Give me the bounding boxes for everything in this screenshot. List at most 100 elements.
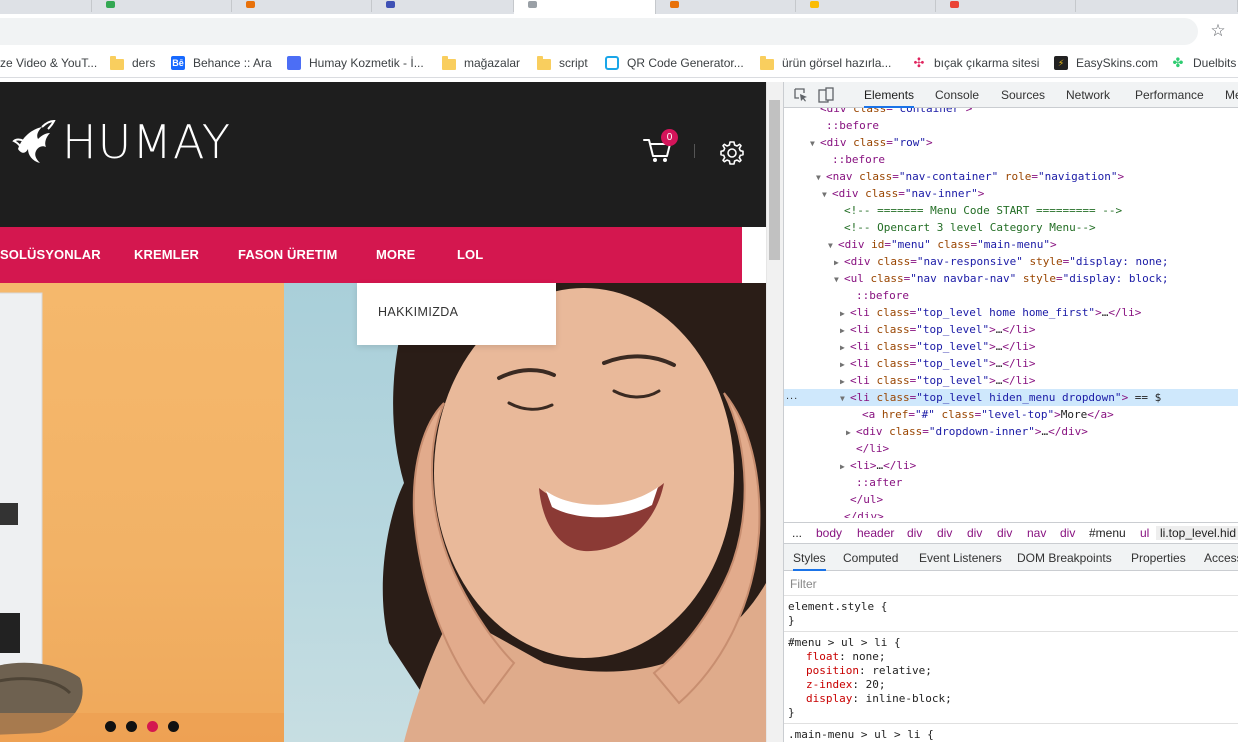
css-property[interactable]: display — [806, 692, 852, 705]
dom-node-menu-icon[interactable]: ... — [786, 390, 798, 402]
css-selector[interactable]: element.style { — [788, 600, 887, 614]
dom-node[interactable]: ::before — [784, 151, 1238, 168]
dom-node[interactable]: ▼ <ul class="nav navbar-nav" style="displ… — [784, 270, 1238, 287]
bookmark-star-icon[interactable]: ☆ — [1208, 21, 1228, 41]
expand-triangle-icon[interactable]: ▼ — [810, 135, 820, 152]
browser-tab[interactable] — [92, 0, 232, 12]
bookmark-item[interactable]: ze Video & YouT... — [0, 54, 97, 72]
bookmark-item[interactable]: Bē Behance :: Ara — [171, 54, 272, 72]
expand-triangle-icon[interactable]: ▼ — [828, 237, 838, 254]
expand-triangle-icon[interactable]: ▼ — [834, 271, 844, 288]
breadcrumb-item[interactable]: ... — [792, 526, 802, 540]
breadcrumb-item[interactable]: nav — [1027, 526, 1046, 540]
dom-node[interactable]: </ul> — [784, 491, 1238, 508]
gear-icon[interactable] — [718, 139, 746, 167]
css-declaration[interactable]: float: none; — [806, 650, 886, 664]
collapse-triangle-icon[interactable]: ▶ — [840, 339, 850, 356]
tab-elements[interactable]: Elements — [864, 82, 915, 108]
dom-node[interactable]: ▶ <div class="dropdown-inner">…</div> — [784, 423, 1238, 440]
page-scrollbar-thumb[interactable] — [769, 100, 780, 260]
css-declaration[interactable]: display: inline-block; — [806, 692, 952, 706]
browser-tab[interactable] — [656, 0, 796, 12]
bookmark-item[interactable]: ✤ Duelbits — [1171, 54, 1237, 72]
dom-node[interactable]: <!-- ======= Menu Code START ========= -… — [784, 202, 1238, 219]
bookmark-item[interactable]: ders — [110, 54, 155, 72]
dom-node[interactable]: <div class="container"> — [784, 108, 1238, 117]
slider-dot[interactable] — [105, 721, 116, 732]
collapse-triangle-icon[interactable]: ▶ — [840, 356, 850, 373]
dom-node[interactable]: ▼ <div class="nav-inner"> — [784, 185, 1238, 202]
collapse-triangle-icon[interactable]: ▶ — [840, 322, 850, 339]
expand-triangle-icon[interactable]: ▼ — [840, 390, 850, 407]
dom-node[interactable]: ▶ <li class="top_level">…</li> — [784, 338, 1238, 355]
expand-triangle-icon[interactable]: ▼ — [822, 186, 832, 203]
dom-node[interactable]: ▶ <li>…</li> — [784, 457, 1238, 474]
device-toolbar-icon[interactable] — [818, 87, 834, 103]
bookmark-item[interactable]: script — [537, 54, 588, 72]
bookmark-item[interactable]: mağazalar — [442, 54, 520, 72]
dom-node[interactable]: ::after — [784, 474, 1238, 491]
breadcrumb-item[interactable]: body — [816, 526, 842, 540]
browser-tab[interactable] — [0, 0, 92, 12]
tab-console[interactable]: Console — [935, 82, 979, 108]
breadcrumb-item[interactable]: #menu — [1089, 526, 1126, 540]
bookmark-item[interactable]: QR Code Generator... — [605, 54, 744, 72]
dom-node[interactable]: <a href="#" class="level-top">More</a> — [784, 406, 1238, 423]
css-declaration[interactable]: z-index: 20; — [806, 678, 885, 692]
address-bar[interactable] — [0, 18, 1198, 45]
browser-tab[interactable] — [936, 0, 1076, 12]
breadcrumb-item-selected[interactable]: li.top_level.hid — [1156, 526, 1238, 540]
tab-memory[interactable]: Me — [1225, 82, 1238, 108]
nav-item-kremler[interactable]: KREMLER — [134, 227, 199, 283]
css-value[interactable]: inline-block; — [866, 692, 952, 705]
expand-triangle-icon[interactable]: ▼ — [816, 169, 826, 186]
tab-sources[interactable]: Sources — [1001, 82, 1045, 108]
css-value[interactable]: none; — [852, 650, 885, 663]
dom-node[interactable]: </li> — [784, 440, 1238, 457]
nav-item-fason-uretim[interactable]: FASON ÜRETIM — [238, 227, 337, 283]
nav-item-solusyonlar[interactable]: SOLÜSYONLAR — [0, 227, 101, 283]
browser-tab[interactable] — [372, 0, 514, 12]
css-value[interactable]: 20; — [866, 678, 886, 691]
css-value[interactable]: relative; — [872, 664, 932, 677]
css-property[interactable]: position — [806, 664, 859, 677]
bookmark-item[interactable]: ⚡ EasySkins.com — [1054, 54, 1158, 72]
tab-accessibility[interactable]: Access — [1204, 544, 1238, 571]
bookmark-item[interactable]: ✣ bıçak çıkarma sitesi — [912, 54, 1040, 72]
tab-styles[interactable]: Styles — [793, 544, 826, 571]
slider-dot-active[interactable] — [147, 721, 158, 732]
dom-node[interactable]: ▼ <div class="row"> — [784, 134, 1238, 151]
dom-node[interactable]: </div> — [784, 508, 1238, 518]
slider-dot[interactable] — [126, 721, 137, 732]
tab-dom-breakpoints[interactable]: DOM Breakpoints — [1017, 544, 1112, 571]
breadcrumb-item[interactable]: header — [857, 526, 894, 540]
breadcrumb-item[interactable]: div — [967, 526, 982, 540]
css-selector[interactable]: #menu > ul > li { — [788, 636, 901, 650]
dropdown-item-hakkimizda[interactable]: HAKKIMIZDA — [378, 305, 458, 319]
browser-tab-active[interactable] — [514, 0, 656, 14]
styles-filter-input[interactable] — [790, 575, 1230, 593]
nav-item-lol[interactable]: LOL — [457, 227, 483, 283]
css-property[interactable]: z-index — [806, 678, 852, 691]
inspect-element-icon[interactable] — [794, 88, 808, 102]
collapse-triangle-icon[interactable]: ▶ — [840, 305, 850, 322]
tab-computed[interactable]: Computed — [843, 544, 898, 571]
dom-node[interactable]: ▶ <li class="top_level">…</li> — [784, 355, 1238, 372]
dom-node[interactable]: ::before — [784, 117, 1238, 134]
bookmark-item[interactable]: Humay Kozmetik - İ... — [287, 54, 424, 72]
bookmark-item[interactable]: ürün görsel hazırla... — [760, 54, 891, 72]
dom-node[interactable]: ▶ <div class="nav-responsive" style="disp… — [784, 253, 1238, 270]
collapse-triangle-icon[interactable]: ▶ — [840, 458, 850, 475]
browser-tab[interactable] — [232, 0, 372, 12]
dom-node[interactable]: ▶ <li class="top_level home home_first">…… — [784, 304, 1238, 321]
tab-event-listeners[interactable]: Event Listeners — [919, 544, 1002, 571]
tab-performance[interactable]: Performance — [1135, 82, 1204, 108]
nav-item-more[interactable]: MORE — [376, 227, 415, 283]
slider-dot[interactable] — [168, 721, 179, 732]
dom-node[interactable]: ▼ <nav class="nav-container" role="naviga… — [784, 168, 1238, 185]
browser-tab[interactable] — [1076, 0, 1238, 12]
css-property[interactable]: float — [806, 650, 839, 663]
dom-node[interactable]: <!-- Opencart 3 level Category Menu--> — [784, 219, 1238, 236]
css-selector[interactable]: .main-menu > ul > li { — [788, 728, 934, 742]
dom-node[interactable]: ::before — [784, 287, 1238, 304]
